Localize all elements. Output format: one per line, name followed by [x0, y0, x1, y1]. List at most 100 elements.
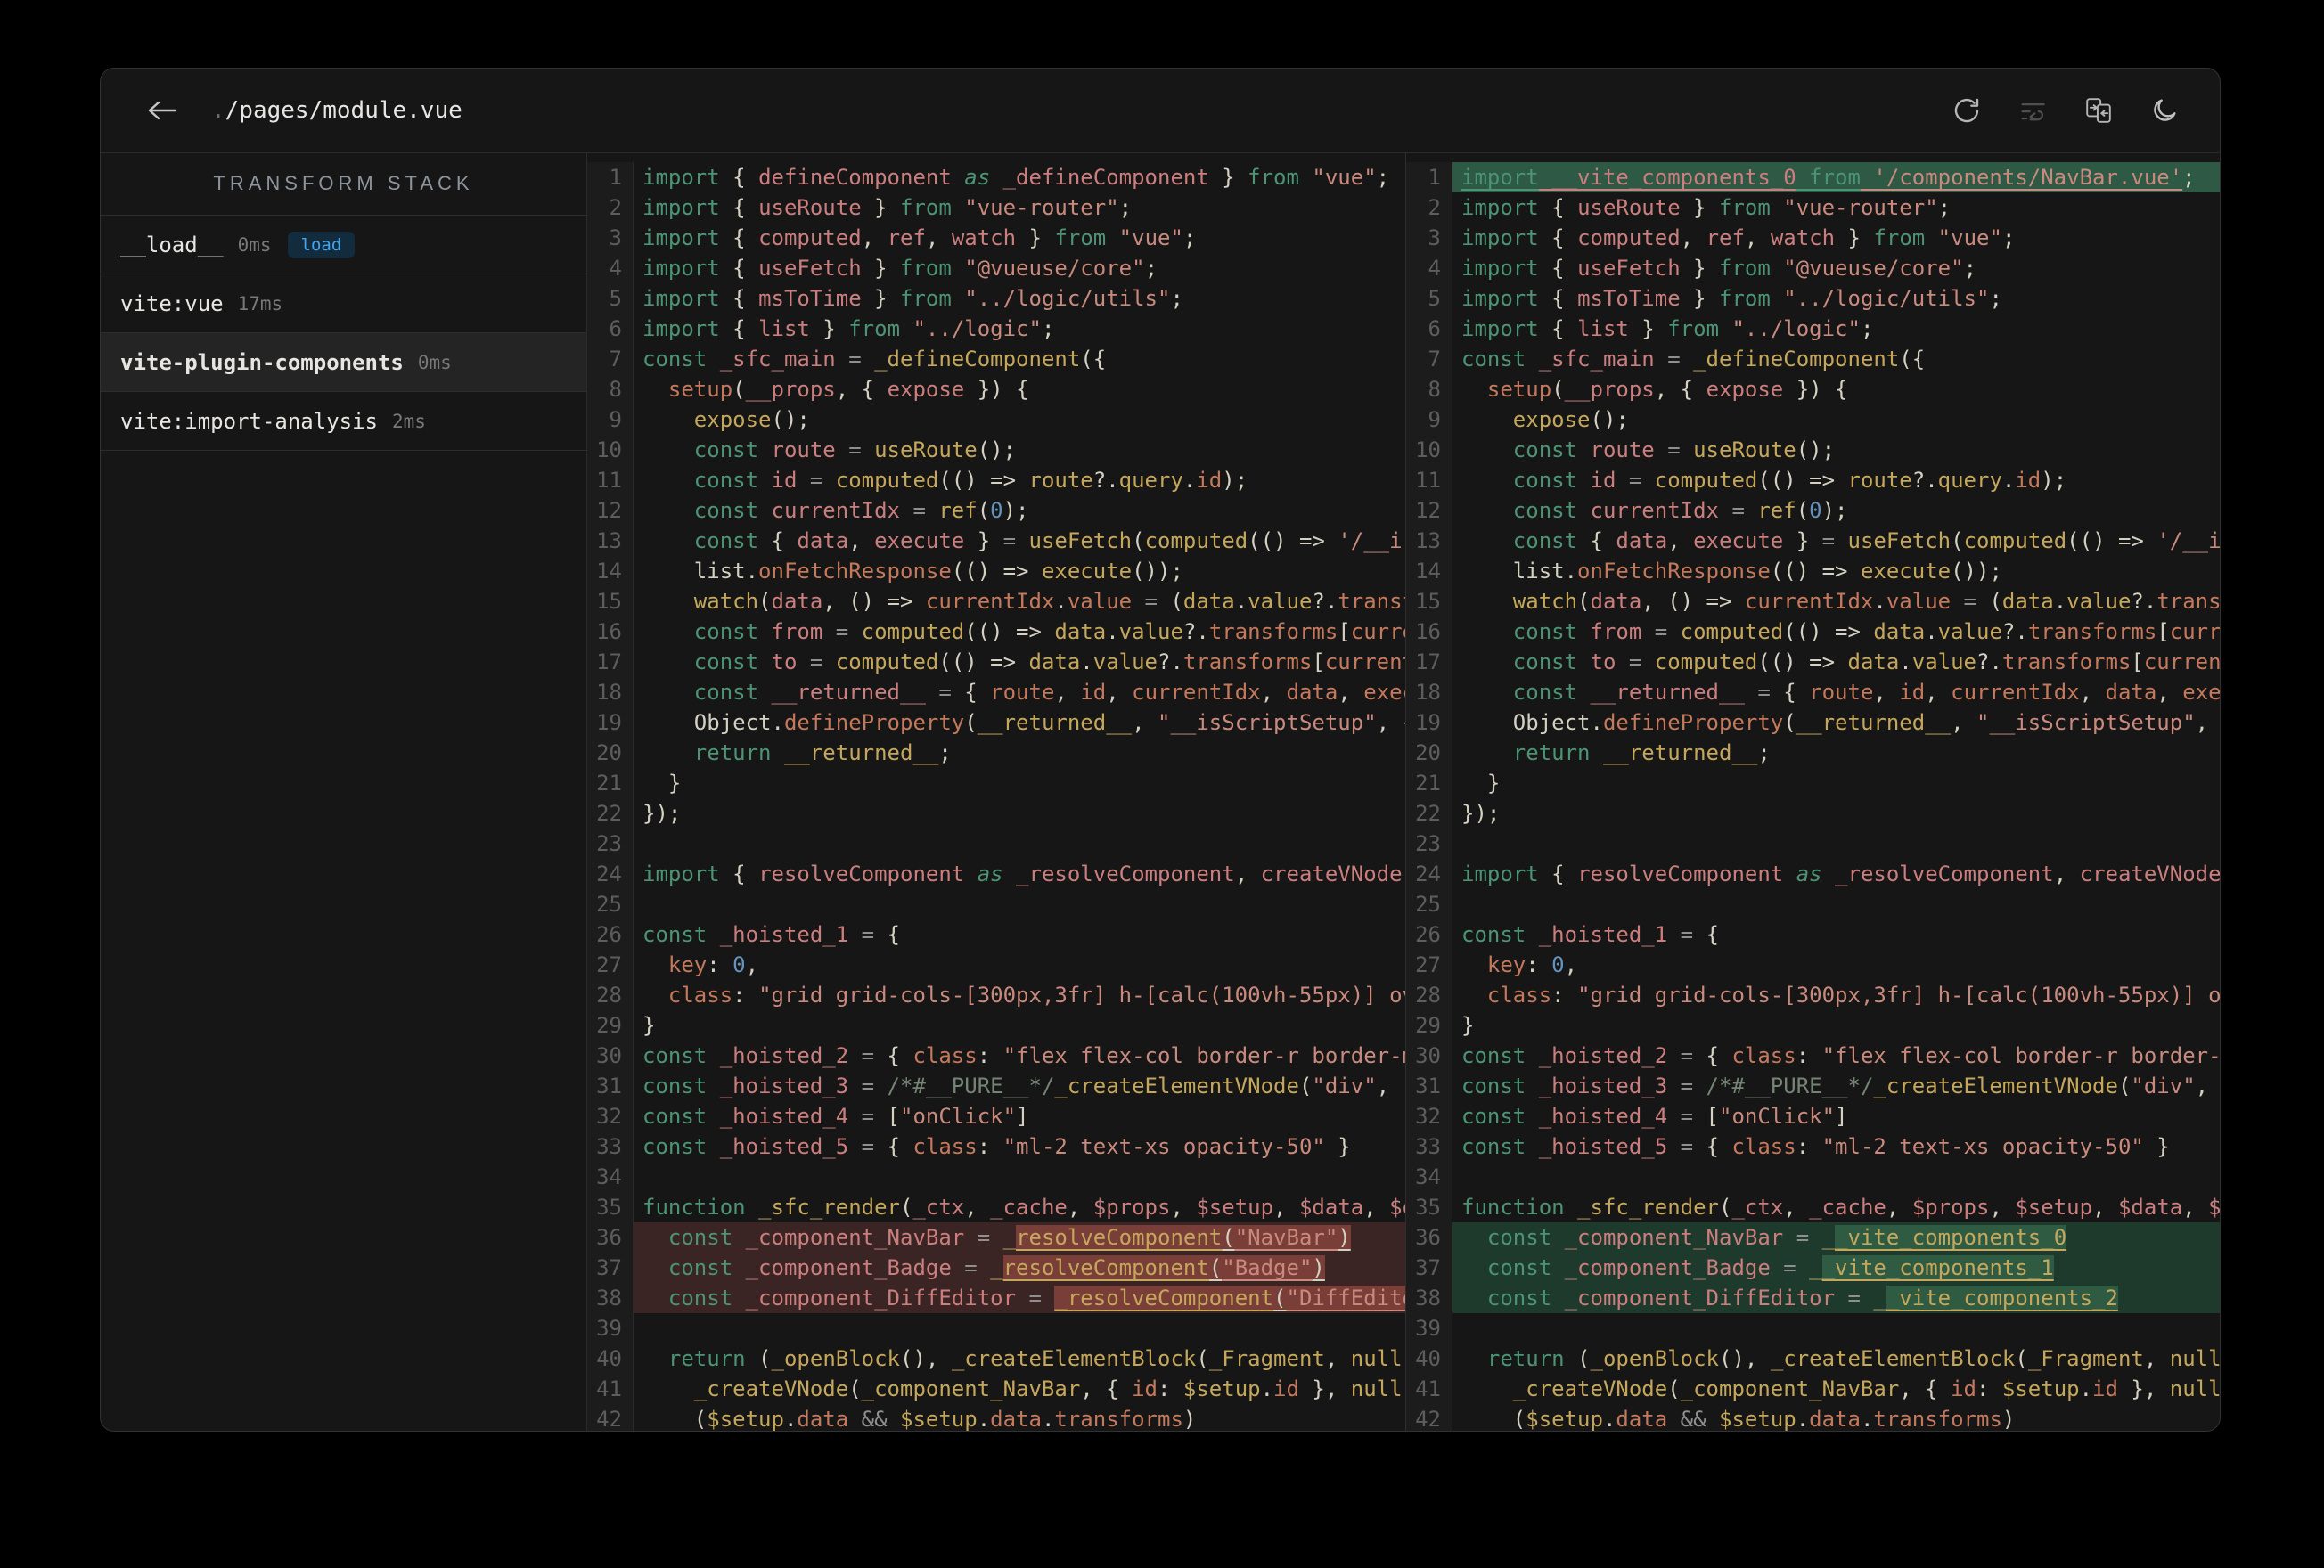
code-line-row: 33 const _hoisted_5 = { class: "ml-2 text… [587, 1131, 1405, 1162]
code-line: const _component_DiffEditor = _resolveCo… [634, 1283, 1405, 1313]
sidebar-item-vite-import-analysis[interactable]: vite:import-analysis 2ms [101, 392, 586, 451]
line-number: 29 [1406, 1010, 1452, 1041]
line-number: 32 [1406, 1101, 1452, 1131]
code-line-row: 28 class: "grid grid-cols-[300px,3fr] h-… [587, 980, 1405, 1010]
code-line-row: 16 const from = computed(() => data.valu… [1406, 617, 2220, 647]
code-line: const __returned__ = { route, id, curren… [1512, 680, 2220, 705]
dark-mode-toggle[interactable] [2148, 94, 2181, 127]
code-line: function _sfc_render(_ctx, _cache, $prop… [1461, 1195, 2220, 1220]
line-number: 5 [587, 283, 634, 314]
line-number: 30 [1406, 1041, 1452, 1071]
code-line: watch(data, () => currentIdx.value = (da… [693, 589, 1405, 614]
code-line: class: "grid grid-cols-[300px,3fr] h-[ca… [667, 983, 1405, 1008]
line-number: 5 [1406, 283, 1452, 314]
line-number: 35 [587, 1192, 634, 1222]
code-line-row: 19 Object.defineProperty(__returned__, "… [1406, 707, 2220, 738]
line-number: 37 [587, 1253, 634, 1283]
code-line: setup(__props, { expose }) { [1486, 377, 1848, 402]
line-number: 36 [587, 1222, 634, 1253]
code-line: setup(__props, { expose }) { [667, 377, 1029, 402]
code-line-row: 25 [1406, 889, 2220, 919]
file-path-main: /pages/module.vue [225, 97, 462, 124]
code-line-row: 20 return __returned__; [1406, 738, 2220, 768]
code-line-row: 18 const __returned__ = { route, id, cur… [587, 677, 1405, 707]
code-line-row: 39 [1406, 1313, 2220, 1343]
code-line-row: 3 import { computed, ref, watch } from "v… [587, 223, 1405, 253]
code-line-row: 22}); [587, 798, 1405, 829]
header-actions [1951, 94, 2181, 127]
code-line-row: 8 setup(__props, { expose }) { [1406, 374, 2220, 404]
line-number: 31 [587, 1071, 634, 1101]
refresh-icon [1954, 98, 1979, 123]
line-number: 32 [587, 1101, 634, 1131]
line-number: 7 [587, 344, 634, 374]
line-number: 38 [1406, 1283, 1452, 1313]
code-line-row: 30 const _hoisted_2 = { class: "flex flex… [1406, 1041, 2220, 1071]
vite-inspect-window: ./pages/module.vue TRANSFORM STACK __loa… [100, 68, 2221, 1432]
hook-badge: load [287, 231, 356, 258]
code-line: }); [642, 801, 682, 826]
code-line-row: 2 import { useRoute } from "vue-router"; [587, 192, 1405, 223]
code-line-row: 41 _createVNode(_component_NavBar, { id:… [587, 1374, 1405, 1404]
code-line: import { msToTime } from "../logic/utils… [642, 286, 1183, 311]
code-pane-after: 1 import __vite_components_0 from '/compo… [1406, 152, 2220, 1431]
code-line: const __returned__ = { route, id, curren… [693, 680, 1405, 705]
code-line-row: 33 const _hoisted_5 = { class: "ml-2 text… [1406, 1131, 2220, 1162]
code-line: const from = computed(() => data.value?.… [693, 619, 1405, 644]
line-number: 14 [587, 556, 634, 586]
code-line: const route = useRoute(); [1512, 437, 1836, 462]
line-number: 33 [587, 1131, 634, 1162]
transform-stack-title: TRANSFORM STACK [101, 152, 586, 216]
code-line: return (_openBlock(), _createElementBloc… [667, 1346, 1405, 1371]
line-number: 26 [1406, 919, 1452, 950]
code-line-row: 11 const id = computed(() => route?.quer… [587, 465, 1405, 495]
sidebar-item-vite-plugin-components[interactable]: vite-plugin-components 0ms [101, 333, 586, 392]
code-line: expose(); [693, 407, 810, 432]
line-number: 39 [1406, 1313, 1452, 1343]
line-number: 26 [587, 919, 634, 950]
code-line-row: 30 const _hoisted_2 = { class: "flex flex… [587, 1041, 1405, 1071]
code-line: import { useFetch } from "@vueuse/core"; [1461, 256, 1977, 281]
code-line: const _sfc_main = _defineComponent({ [1461, 347, 1926, 372]
code-line: const to = computed(() => data.value?.tr… [1512, 649, 2220, 674]
code-line-row: 40 return (_openBlock(), _createElementB… [1406, 1343, 2220, 1374]
code-line-row: 37 const _component_Badge = _resolveComp… [587, 1253, 1405, 1283]
sidebar-item--load-[interactable]: __load__ 0ms load [101, 216, 586, 274]
line-number: 3 [587, 223, 634, 253]
back-button[interactable] [140, 93, 184, 128]
code-line: class: "grid grid-cols-[300px,3fr] h-[ca… [1486, 983, 2220, 1008]
code-line-row: 31 const _hoisted_3 = /*#__PURE__*/_creat… [587, 1071, 1405, 1101]
code-line: import { resolveComponent as _resolveCom… [642, 862, 1403, 886]
line-number: 12 [587, 495, 634, 526]
code-line: return __returned__; [693, 740, 952, 765]
line-number: 39 [587, 1313, 634, 1343]
line-number: 23 [587, 829, 634, 859]
line-number: 24 [587, 859, 634, 889]
code-line: Object.defineProperty(__returned__, "__i… [642, 710, 1405, 735]
code-line: ($setup.data && $setup.data.transforms) [642, 1407, 1197, 1431]
line-number: 17 [1406, 647, 1452, 677]
code-line-row: 41 _createVNode(_component_NavBar, { id:… [1406, 1374, 2220, 1404]
line-number: 11 [587, 465, 634, 495]
code-line: const id = computed(() => route?.query.i… [1512, 468, 2067, 493]
line-number: 7 [1406, 344, 1452, 374]
line-number: 18 [1406, 677, 1452, 707]
line-number: 23 [1406, 829, 1452, 859]
code-line: _createVNode(_component_NavBar, { id: $s… [1512, 1376, 2220, 1401]
code-line: const _component_NavBar = _resolveCompon… [634, 1222, 1405, 1253]
code-line: const _hoisted_1 = { [1461, 922, 1719, 947]
code-line-row: 42 ($setup.data && $setup.data.transform… [1406, 1404, 2220, 1431]
sidebar-item-vite-vue[interactable]: vite:vue 17ms [101, 274, 586, 333]
line-number: 10 [1406, 435, 1452, 465]
line-number: 2 [1406, 192, 1452, 223]
code-line-row: 12 const currentIdx = ref(0); [587, 495, 1405, 526]
code-line: key: 0, [667, 952, 759, 977]
code-line-row: 13 const { data, execute } = useFetch(co… [1406, 526, 2220, 556]
refresh-button[interactable] [1951, 94, 1983, 127]
split-diff-button[interactable] [2083, 94, 2115, 127]
code-line: _createVNode(_component_NavBar, { id: $s… [693, 1376, 1405, 1401]
transform-flow-button[interactable] [2017, 94, 2049, 127]
line-number: 16 [1406, 617, 1452, 647]
